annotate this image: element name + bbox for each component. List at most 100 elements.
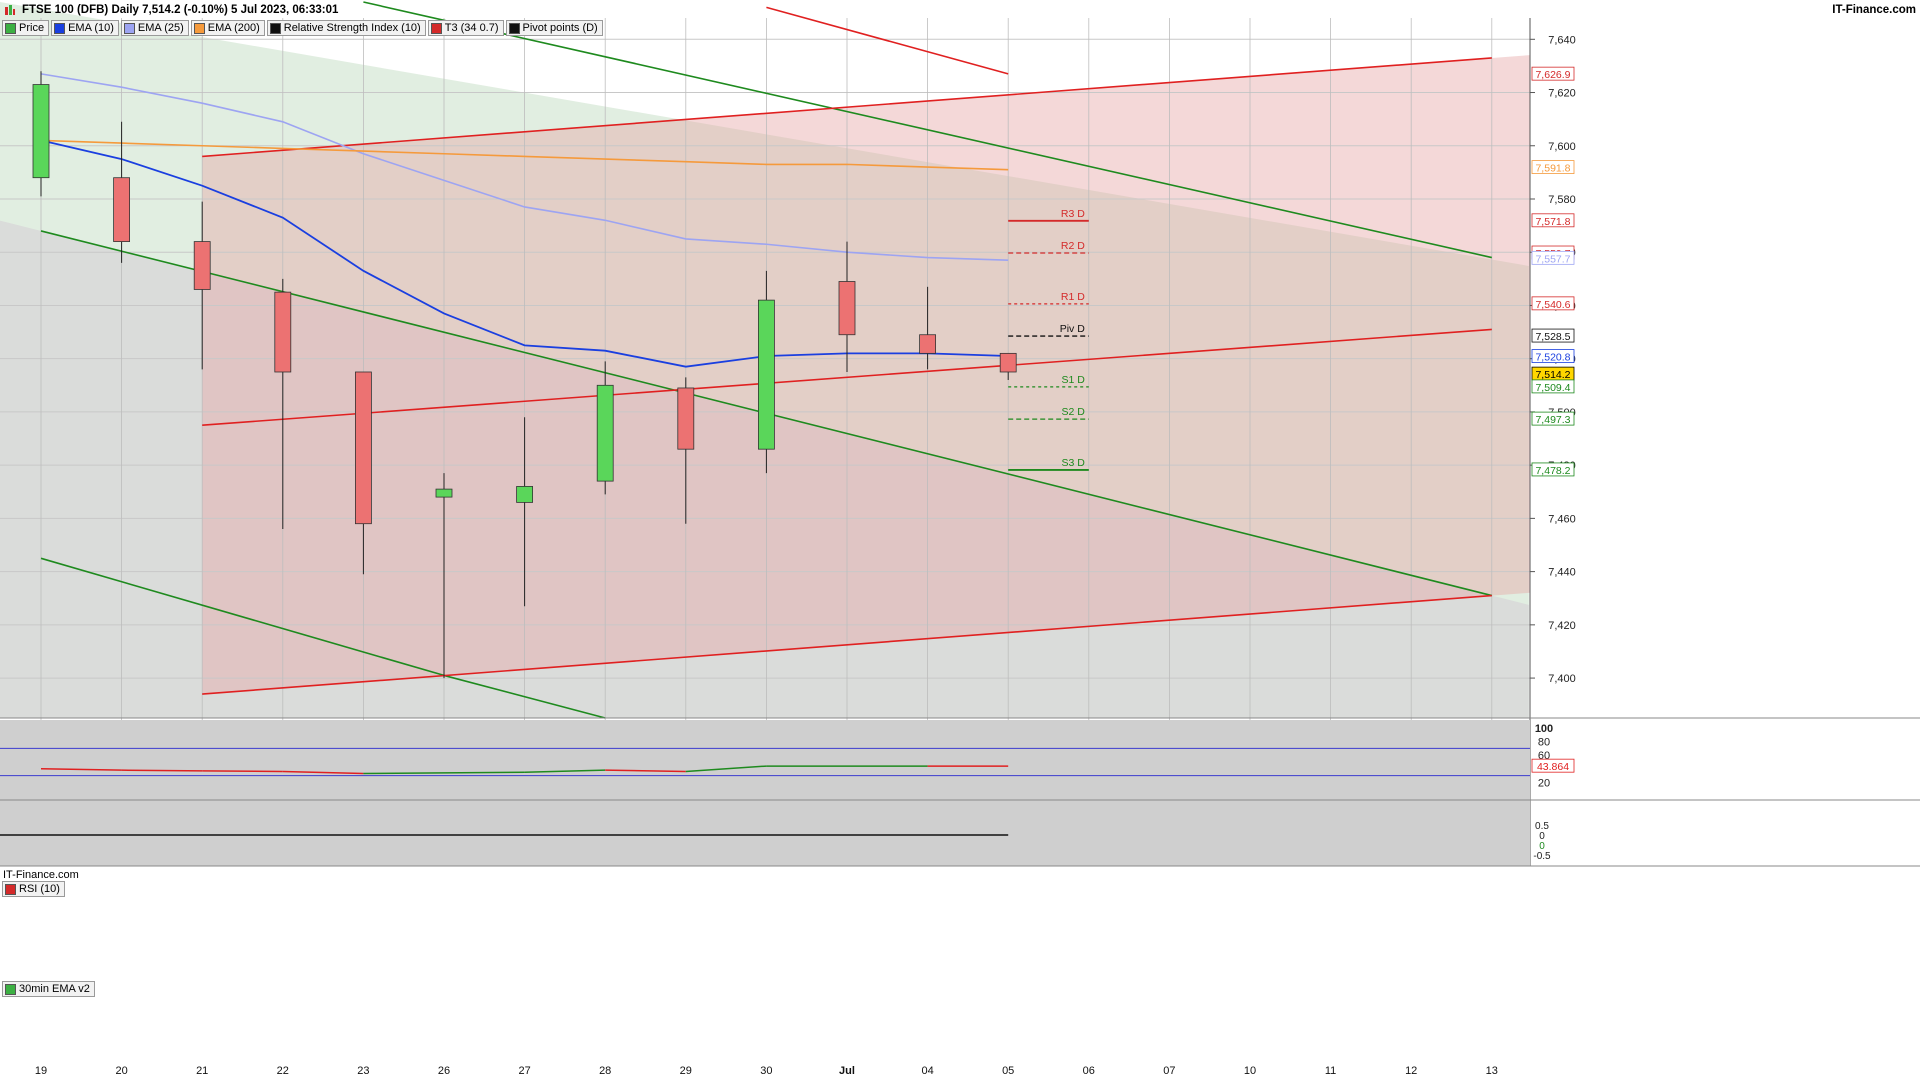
- candle-down: [999, 352, 1017, 373]
- price-label-text: 7,528.5: [1535, 331, 1570, 343]
- chart-header: FTSE 100 (DFB) Daily 7,514.2 (-0.10%) 5 …: [0, 0, 1920, 20]
- legend-item-ema200[interactable]: EMA (200): [190, 20, 265, 36]
- y-tick-label: 7,460: [1548, 513, 1576, 525]
- x-tick-label: 21: [196, 1065, 208, 1077]
- price-axis-label: 7,514.2: [1531, 366, 1575, 381]
- legend-item-ema25[interactable]: EMA (25): [120, 20, 189, 36]
- rsi-tick-label: 100: [1535, 723, 1553, 735]
- rsi-swatch-icon: [5, 883, 16, 895]
- price-axis-label: 7,520.8: [1531, 349, 1575, 364]
- ema30-swatch-icon: [5, 983, 16, 995]
- x-tick-label: 12: [1405, 1065, 1417, 1077]
- pivot-label: S1 D: [1061, 374, 1085, 386]
- legend-label: T3 (34 0.7): [444, 22, 499, 34]
- price-label-text: 7,497.3: [1535, 414, 1570, 426]
- legend-swatch-icon: [430, 22, 442, 34]
- y-tick-label: 7,440: [1548, 567, 1576, 579]
- price-axis-label: 7,591.8: [1531, 160, 1575, 175]
- x-tick-label: 13: [1486, 1065, 1498, 1077]
- price-axis-label: 7,626.9: [1531, 66, 1575, 81]
- price-label-text: 7,509.4: [1535, 382, 1570, 394]
- x-tick-label: 20: [115, 1065, 127, 1077]
- candle-up: [596, 384, 614, 482]
- rsi-value-label: 43.864: [1537, 761, 1569, 773]
- chart-logo-icon: [5, 5, 15, 15]
- candle-down: [274, 291, 292, 373]
- watermark: IT-Finance.com: [3, 869, 79, 881]
- legend-swatch-icon: [5, 22, 16, 34]
- legend-item-price[interactable]: Price: [2, 20, 50, 36]
- x-tick-label: 07: [1163, 1065, 1175, 1077]
- x-tick-label: 05: [1002, 1065, 1014, 1077]
- legend-label: EMA (200): [207, 22, 260, 34]
- rsi-tick-label: 20: [1538, 777, 1550, 789]
- x-tick-label: 19: [35, 1065, 47, 1077]
- price-label-text: 7,478.2: [1535, 465, 1570, 477]
- y-tick-label: 7,580: [1548, 194, 1576, 206]
- chart-root: 7,6407,6207,6007,5807,5607,5407,5207,500…: [0, 0, 1920, 1080]
- x-tick-label: 04: [921, 1065, 933, 1077]
- price-axis-label: 7,571.8: [1531, 213, 1575, 228]
- candle-down: [113, 177, 130, 242]
- legend-item-rsi[interactable]: Relative Strength Index (10): [266, 20, 426, 36]
- legend-item-ema10[interactable]: EMA (10): [51, 20, 119, 36]
- x-tick-label: 10: [1244, 1065, 1256, 1077]
- y-tick-label: 7,640: [1548, 34, 1576, 46]
- candle-down: [677, 387, 695, 450]
- x-tick-label: 11: [1325, 1065, 1336, 1077]
- candle-up: [516, 486, 533, 503]
- x-tick-label: 06: [1083, 1065, 1095, 1077]
- price-label-text: 7,557.7: [1535, 253, 1570, 265]
- rsi-line-segment: [121, 769, 203, 772]
- x-tick-label: 23: [357, 1065, 369, 1077]
- brand-label: IT-Finance.com: [1832, 4, 1916, 16]
- x-tick-label: 29: [680, 1065, 692, 1077]
- ema30-panel-label[interactable]: 30min EMA v2: [2, 981, 95, 997]
- pivot-label: S2 D: [1061, 406, 1085, 418]
- ema30-panel-title: 30min EMA v2: [19, 983, 90, 995]
- legend-label: Relative Strength Index (10): [283, 22, 421, 34]
- ema30-panel-background: [0, 800, 1530, 866]
- y-tick-label: 7,620: [1548, 88, 1576, 100]
- legend-label: EMA (10): [68, 22, 114, 34]
- ema30-tick-label: -0.5: [1533, 851, 1551, 862]
- legend-swatch-icon: [269, 22, 281, 34]
- price-label-text: 7,540.6: [1535, 299, 1570, 311]
- rsi-line-segment: [202, 770, 283, 773]
- candle-down: [838, 281, 856, 336]
- x-tick-label: 28: [599, 1065, 611, 1077]
- legend: Price EMA (10) EMA (25) EMA (200) Relati…: [2, 20, 603, 36]
- candle-up: [758, 299, 775, 450]
- price-axis-label: 7,540.6: [1531, 296, 1575, 311]
- legend-item-pivots[interactable]: Pivot points (D): [505, 20, 603, 36]
- legend-swatch-icon: [508, 22, 520, 34]
- candle-down: [354, 371, 372, 525]
- legend-item-t3[interactable]: T3 (34 0.7): [427, 20, 504, 36]
- pivot-label: Piv D: [1060, 323, 1086, 335]
- price-label-text: 7,571.8: [1535, 216, 1570, 228]
- y-tick-label: 7,400: [1548, 673, 1576, 685]
- pivot-label: R1 D: [1061, 291, 1085, 303]
- y-tick-label: 7,600: [1548, 141, 1576, 153]
- legend-label: Price: [19, 22, 45, 34]
- price-axis-label: 7,478.2: [1531, 462, 1575, 477]
- rsi-panel-title: RSI (10): [19, 883, 60, 895]
- legend-label: EMA (25): [137, 22, 184, 34]
- rsi-tick-label: 80: [1538, 737, 1550, 749]
- candle-up: [435, 488, 453, 498]
- price-axis-label: 7,557.7: [1531, 250, 1575, 265]
- rsi-panel-label[interactable]: RSI (10): [2, 881, 65, 897]
- pivot-label: R2 D: [1061, 240, 1085, 252]
- chart-title: FTSE 100 (DFB) Daily 7,514.2 (-0.10%) 5 …: [22, 4, 339, 16]
- candle-down: [919, 334, 936, 354]
- legend-swatch-icon: [193, 22, 205, 34]
- price-label-text: 7,626.9: [1535, 69, 1570, 81]
- x-tick-label: 30: [760, 1065, 772, 1077]
- rsi-panel-background: [0, 720, 1530, 800]
- price-axis-label: 7,509.4: [1531, 379, 1575, 394]
- legend-label: Pivot points (D): [522, 22, 598, 34]
- candle-down: [193, 241, 211, 290]
- price-axis-label: 7,528.5: [1531, 328, 1575, 343]
- rsi-line-segment: [363, 772, 445, 775]
- x-tick-label: 27: [518, 1065, 530, 1077]
